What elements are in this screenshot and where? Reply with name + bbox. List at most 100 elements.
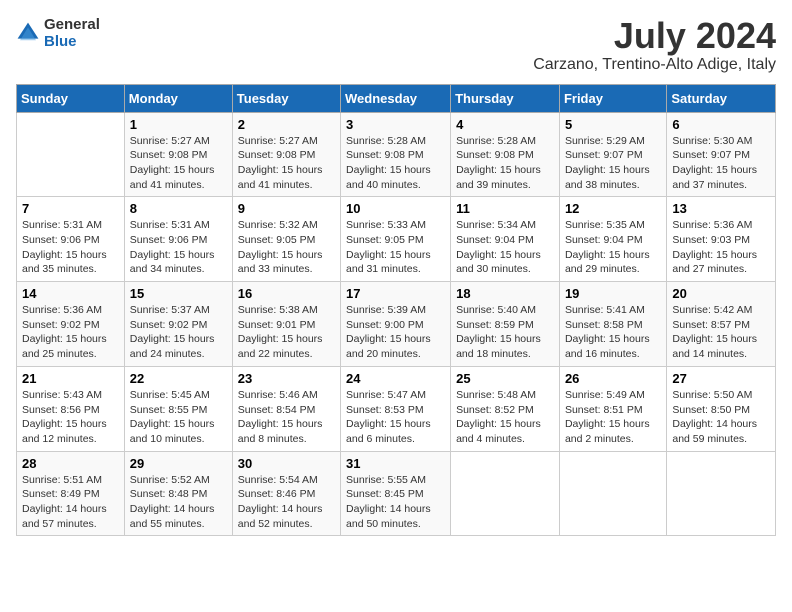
sunrise-text: Sunrise: 5:52 AM — [130, 474, 210, 486]
sunrise-text: Sunrise: 5:32 AM — [238, 219, 318, 231]
calendar-week-row: 28 Sunrise: 5:51 AM Sunset: 8:49 PM Dayl… — [17, 451, 776, 536]
logo: General Blue — [16, 16, 100, 50]
col-tuesday: Tuesday — [232, 84, 340, 112]
calendar-cell: 2 Sunrise: 5:27 AM Sunset: 9:08 PM Dayli… — [232, 112, 340, 197]
sunrise-text: Sunrise: 5:39 AM — [346, 304, 426, 316]
calendar-cell: 16 Sunrise: 5:38 AM Sunset: 9:01 PM Dayl… — [232, 282, 340, 367]
calendar-cell: 4 Sunrise: 5:28 AM Sunset: 9:08 PM Dayli… — [451, 112, 560, 197]
day-number: 4 — [456, 117, 554, 132]
calendar-week-row: 14 Sunrise: 5:36 AM Sunset: 9:02 PM Dayl… — [17, 282, 776, 367]
sunrise-text: Sunrise: 5:54 AM — [238, 474, 318, 486]
sunset-text: Sunset: 9:01 PM — [238, 319, 316, 331]
daylight-text: Daylight: 15 hours and 20 minutes. — [346, 333, 431, 360]
day-number: 18 — [456, 286, 554, 301]
daylight-text: Daylight: 15 hours and 35 minutes. — [22, 249, 107, 276]
sunset-text: Sunset: 9:05 PM — [238, 234, 316, 246]
sunrise-text: Sunrise: 5:41 AM — [565, 304, 645, 316]
calendar-cell — [451, 451, 560, 536]
sunset-text: Sunset: 9:06 PM — [130, 234, 208, 246]
sunrise-text: Sunrise: 5:35 AM — [565, 219, 645, 231]
day-number: 6 — [672, 117, 770, 132]
sunrise-text: Sunrise: 5:31 AM — [22, 219, 102, 231]
daylight-text: Daylight: 15 hours and 24 minutes. — [130, 333, 215, 360]
sunrise-text: Sunrise: 5:55 AM — [346, 474, 426, 486]
sunrise-text: Sunrise: 5:28 AM — [456, 135, 536, 147]
day-number: 12 — [565, 201, 661, 216]
sunrise-text: Sunrise: 5:38 AM — [238, 304, 318, 316]
sunrise-text: Sunrise: 5:47 AM — [346, 389, 426, 401]
day-number: 20 — [672, 286, 770, 301]
calendar-cell: 26 Sunrise: 5:49 AM Sunset: 8:51 PM Dayl… — [559, 366, 666, 451]
calendar-cell: 15 Sunrise: 5:37 AM Sunset: 9:02 PM Dayl… — [124, 282, 232, 367]
sunset-text: Sunset: 8:55 PM — [130, 404, 208, 416]
day-number: 8 — [130, 201, 227, 216]
sunrise-text: Sunrise: 5:36 AM — [22, 304, 102, 316]
sunrise-text: Sunrise: 5:27 AM — [130, 135, 210, 147]
col-friday: Friday — [559, 84, 666, 112]
daylight-text: Daylight: 15 hours and 31 minutes. — [346, 249, 431, 276]
daylight-text: Daylight: 15 hours and 27 minutes. — [672, 249, 757, 276]
calendar-cell — [667, 451, 776, 536]
calendar-cell: 29 Sunrise: 5:52 AM Sunset: 8:48 PM Dayl… — [124, 451, 232, 536]
daylight-text: Daylight: 15 hours and 29 minutes. — [565, 249, 650, 276]
day-number: 15 — [130, 286, 227, 301]
daylight-text: Daylight: 15 hours and 6 minutes. — [346, 418, 431, 445]
calendar-cell: 24 Sunrise: 5:47 AM Sunset: 8:53 PM Dayl… — [341, 366, 451, 451]
sunset-text: Sunset: 9:08 PM — [456, 149, 534, 161]
sunset-text: Sunset: 9:08 PM — [238, 149, 316, 161]
day-number: 26 — [565, 371, 661, 386]
sunrise-text: Sunrise: 5:33 AM — [346, 219, 426, 231]
sunset-text: Sunset: 9:02 PM — [22, 319, 100, 331]
sunset-text: Sunset: 9:03 PM — [672, 234, 750, 246]
sunset-text: Sunset: 8:54 PM — [238, 404, 316, 416]
day-number: 31 — [346, 456, 445, 471]
logo-text: General Blue — [44, 16, 100, 50]
calendar-cell: 1 Sunrise: 5:27 AM Sunset: 9:08 PM Dayli… — [124, 112, 232, 197]
calendar-cell: 9 Sunrise: 5:32 AM Sunset: 9:05 PM Dayli… — [232, 197, 340, 282]
calendar-cell: 23 Sunrise: 5:46 AM Sunset: 8:54 PM Dayl… — [232, 366, 340, 451]
calendar-table: Sunday Monday Tuesday Wednesday Thursday… — [16, 84, 776, 537]
daylight-text: Daylight: 14 hours and 55 minutes. — [130, 503, 215, 530]
sunset-text: Sunset: 8:51 PM — [565, 404, 643, 416]
day-number: 14 — [22, 286, 119, 301]
sunrise-text: Sunrise: 5:40 AM — [456, 304, 536, 316]
sunrise-text: Sunrise: 5:34 AM — [456, 219, 536, 231]
sunrise-text: Sunrise: 5:49 AM — [565, 389, 645, 401]
day-number: 21 — [22, 371, 119, 386]
sunset-text: Sunset: 8:59 PM — [456, 319, 534, 331]
sunset-text: Sunset: 8:52 PM — [456, 404, 534, 416]
daylight-text: Daylight: 15 hours and 12 minutes. — [22, 418, 107, 445]
sunrise-text: Sunrise: 5:50 AM — [672, 389, 752, 401]
day-number: 30 — [238, 456, 335, 471]
calendar-cell: 7 Sunrise: 5:31 AM Sunset: 9:06 PM Dayli… — [17, 197, 125, 282]
sunrise-text: Sunrise: 5:42 AM — [672, 304, 752, 316]
day-number: 5 — [565, 117, 661, 132]
day-number: 7 — [22, 201, 119, 216]
sunset-text: Sunset: 8:53 PM — [346, 404, 424, 416]
calendar-cell: 27 Sunrise: 5:50 AM Sunset: 8:50 PM Dayl… — [667, 366, 776, 451]
sunset-text: Sunset: 9:00 PM — [346, 319, 424, 331]
sunset-text: Sunset: 9:04 PM — [565, 234, 643, 246]
calendar-cell: 10 Sunrise: 5:33 AM Sunset: 9:05 PM Dayl… — [341, 197, 451, 282]
calendar-cell: 3 Sunrise: 5:28 AM Sunset: 9:08 PM Dayli… — [341, 112, 451, 197]
daylight-text: Daylight: 14 hours and 59 minutes. — [672, 418, 757, 445]
calendar-week-row: 21 Sunrise: 5:43 AM Sunset: 8:56 PM Dayl… — [17, 366, 776, 451]
day-number: 27 — [672, 371, 770, 386]
col-thursday: Thursday — [451, 84, 560, 112]
sunrise-text: Sunrise: 5:27 AM — [238, 135, 318, 147]
sunset-text: Sunset: 9:08 PM — [130, 149, 208, 161]
sunset-text: Sunset: 9:06 PM — [22, 234, 100, 246]
calendar-cell: 5 Sunrise: 5:29 AM Sunset: 9:07 PM Dayli… — [559, 112, 666, 197]
daylight-text: Daylight: 15 hours and 41 minutes. — [130, 164, 215, 191]
logo-general: General — [44, 16, 100, 33]
calendar-week-row: 1 Sunrise: 5:27 AM Sunset: 9:08 PM Dayli… — [17, 112, 776, 197]
daylight-text: Daylight: 15 hours and 39 minutes. — [456, 164, 541, 191]
daylight-text: Daylight: 15 hours and 41 minutes. — [238, 164, 323, 191]
day-number: 29 — [130, 456, 227, 471]
day-number: 24 — [346, 371, 445, 386]
calendar-header-row: Sunday Monday Tuesday Wednesday Thursday… — [17, 84, 776, 112]
day-number: 16 — [238, 286, 335, 301]
calendar-cell: 31 Sunrise: 5:55 AM Sunset: 8:45 PM Dayl… — [341, 451, 451, 536]
day-number: 11 — [456, 201, 554, 216]
calendar-cell: 8 Sunrise: 5:31 AM Sunset: 9:06 PM Dayli… — [124, 197, 232, 282]
